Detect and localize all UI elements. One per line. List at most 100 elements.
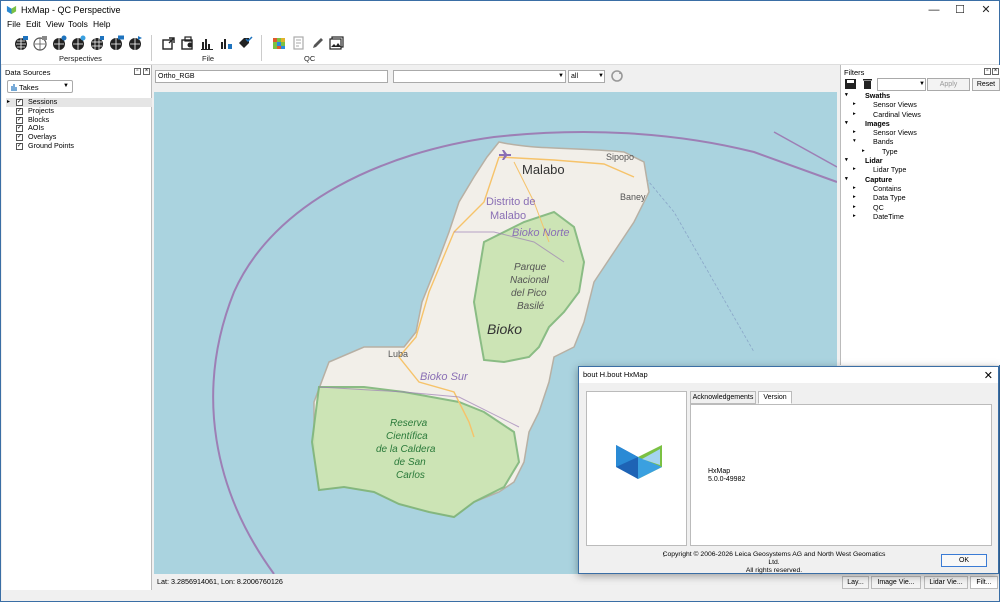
product-name: HxMap bbox=[708, 468, 731, 475]
chevron-down-icon[interactable]: ▼ bbox=[598, 73, 604, 79]
about-dialog: bout H.bout HxMap ✕ Acknowledgements Ver… bbox=[578, 366, 999, 574]
tag-check-icon[interactable] bbox=[237, 35, 253, 51]
chevron-down-icon[interactable]: ▼ bbox=[558, 73, 564, 79]
expand-arrow-icon[interactable]: ▸ bbox=[853, 193, 856, 202]
menu-edit[interactable]: Edit bbox=[26, 19, 41, 29]
panel-close-icon[interactable]: × bbox=[143, 68, 150, 75]
tab-lidar-viewer[interactable]: Lidar Vie... bbox=[924, 576, 968, 589]
refresh-icon[interactable] bbox=[610, 69, 624, 83]
map-label-malabo: Malabo bbox=[522, 162, 565, 177]
statistics-icon[interactable] bbox=[218, 35, 234, 51]
expand-arrow-icon[interactable]: ▸ bbox=[862, 147, 865, 156]
map-toolbar: Ortho_RGB ▼ all ▼ bbox=[153, 65, 838, 92]
filter-item-qc[interactable]: ▸ QC bbox=[841, 203, 999, 212]
map-label-sipopo: Sipopo bbox=[606, 152, 634, 162]
panel-float-icon[interactable]: ▫ bbox=[134, 68, 141, 75]
save-icon[interactable] bbox=[844, 78, 857, 90]
tab-version[interactable]: Version bbox=[758, 391, 792, 404]
expand-arrow-icon[interactable]: ▸ bbox=[853, 184, 856, 193]
search-combo[interactable] bbox=[393, 70, 566, 83]
chevron-down-icon[interactable]: ▼ bbox=[919, 81, 925, 87]
toolbar-separator bbox=[261, 35, 262, 61]
filter-item-datetime[interactable]: ▸ DateTime bbox=[841, 212, 999, 221]
collapse-arrow-icon[interactable]: ▾ bbox=[845, 91, 848, 100]
maximize-button[interactable]: ☐ bbox=[949, 3, 971, 17]
import-icon[interactable] bbox=[180, 35, 196, 51]
collapse-arrow-icon[interactable]: ▾ bbox=[845, 156, 848, 165]
export-icon[interactable] bbox=[161, 35, 177, 51]
panel-close-icon[interactable]: × bbox=[992, 68, 999, 75]
menu-tools[interactable]: Tools bbox=[68, 19, 88, 29]
map-label-reserva-4: de San bbox=[394, 457, 426, 468]
checkbox[interactable]: ✓ bbox=[16, 125, 23, 133]
tree-item-ground-points[interactable]: ✓ Ground Points bbox=[6, 141, 152, 151]
filter-group-capture[interactable]: ▾ Capture bbox=[841, 175, 999, 184]
filter-group-lidar[interactable]: ▾ Lidar bbox=[841, 156, 999, 165]
reset-button[interactable]: Reset bbox=[972, 78, 1000, 91]
map-label-reserva-3: de la Caldera bbox=[376, 444, 436, 455]
title-bar: HxMap - QC Perspective — ☐ ✕ bbox=[1, 1, 999, 19]
ok-button[interactable]: OK bbox=[941, 554, 987, 567]
tab-acknowledgements[interactable]: Acknowledgements bbox=[690, 391, 756, 404]
perspective-globe-star-icon[interactable] bbox=[70, 35, 86, 51]
filters-title: Filters bbox=[844, 68, 865, 77]
tab-filters[interactable]: Filt... bbox=[970, 576, 998, 589]
menu-view[interactable]: View bbox=[46, 19, 64, 29]
tab-image-viewer[interactable]: Image Vie... bbox=[871, 576, 921, 589]
checkbox[interactable]: ✓ bbox=[16, 116, 23, 124]
collapse-arrow-icon[interactable]: ▾ bbox=[853, 137, 856, 146]
filter-item-contains[interactable]: ▸ Contains bbox=[841, 184, 999, 193]
filter-group-swaths[interactable]: ▾ Swaths bbox=[841, 91, 999, 100]
filter-item-data-type[interactable]: ▸ Data Type bbox=[841, 193, 999, 202]
expand-arrow-icon[interactable]: ▸ bbox=[853, 100, 856, 109]
menu-file[interactable]: File bbox=[7, 19, 21, 29]
expand-arrow-icon[interactable]: ▸ bbox=[853, 203, 856, 212]
version-tab-content: HxMap 5.0.0-49982 bbox=[690, 404, 992, 546]
edit-pencil-icon[interactable] bbox=[310, 35, 326, 51]
expand-arrow-icon[interactable]: ▸ bbox=[853, 165, 856, 174]
menu-help[interactable]: Help bbox=[93, 19, 110, 29]
perspective-globe-3d-icon[interactable] bbox=[108, 35, 124, 51]
apply-button[interactable]: Apply bbox=[927, 78, 970, 91]
collapse-arrow-icon[interactable]: ▾ bbox=[845, 119, 848, 128]
map-label-luba: Luba bbox=[388, 349, 408, 359]
checkbox[interactable]: ✓ bbox=[16, 107, 23, 115]
close-icon[interactable]: ✕ bbox=[984, 368, 993, 384]
checkbox[interactable]: ✓ bbox=[16, 99, 23, 106]
filter-item-type[interactable]: ▸ Type bbox=[841, 147, 999, 156]
map-label-reserva-5: Carlos bbox=[396, 470, 425, 481]
perspective-globe-icon[interactable] bbox=[13, 35, 29, 51]
collapse-arrow-icon[interactable]: ▾ bbox=[845, 175, 848, 184]
filter-group-images[interactable]: ▾ Images bbox=[841, 119, 999, 128]
delete-icon[interactable] bbox=[861, 78, 874, 90]
perspective-globe-play-icon[interactable] bbox=[127, 35, 143, 51]
tab-layers[interactable]: Lay... bbox=[842, 576, 869, 589]
filter-item-swath-sensor-views[interactable]: ▸ Sensor Views bbox=[841, 100, 999, 109]
perspective-globe-grid-icon[interactable] bbox=[89, 35, 105, 51]
checkbox[interactable]: ✓ bbox=[16, 134, 23, 142]
expand-arrow-icon[interactable]: ▸ bbox=[853, 212, 856, 221]
close-button[interactable]: ✕ bbox=[975, 3, 997, 17]
takes-dropdown[interactable]: Takes ▼ bbox=[7, 80, 73, 93]
histogram-icon[interactable] bbox=[199, 35, 215, 51]
layer-input[interactable]: Ortho_RGB bbox=[155, 70, 388, 83]
expand-arrow-icon[interactable]: ▸ bbox=[7, 98, 10, 107]
expand-arrow-icon[interactable]: ▸ bbox=[853, 110, 856, 119]
report-icon[interactable] bbox=[291, 35, 307, 51]
checkbox[interactable]: ✓ bbox=[16, 142, 23, 150]
filter-item-image-sensor-views[interactable]: ▸ Sensor Views bbox=[841, 128, 999, 137]
map-label-bioko-sur: Bioko Sur bbox=[420, 371, 469, 383]
perspective-globe-pin-icon[interactable] bbox=[51, 35, 67, 51]
chevron-down-icon: ▼ bbox=[63, 83, 69, 89]
panel-float-icon[interactable]: ▫ bbox=[984, 68, 991, 75]
filter-item-bands[interactable]: ▾ Bands bbox=[841, 137, 999, 146]
filter-item-lidar-type[interactable]: ▸ Lidar Type bbox=[841, 165, 999, 174]
image-gallery-icon[interactable] bbox=[329, 35, 345, 51]
dock-tabs: Lay... Image Vie... Lidar Vie... Filt... bbox=[840, 576, 1000, 589]
expand-arrow-icon[interactable]: ▸ bbox=[853, 128, 856, 137]
perspective-globe-outline-icon[interactable] bbox=[32, 35, 48, 51]
color-grid-icon[interactable] bbox=[271, 35, 287, 51]
menu-bar: File Edit View Tools Help bbox=[1, 19, 999, 31]
minimize-button[interactable]: — bbox=[923, 3, 945, 17]
filter-item-cardinal-views[interactable]: ▸ Cardinal Views bbox=[841, 110, 999, 119]
